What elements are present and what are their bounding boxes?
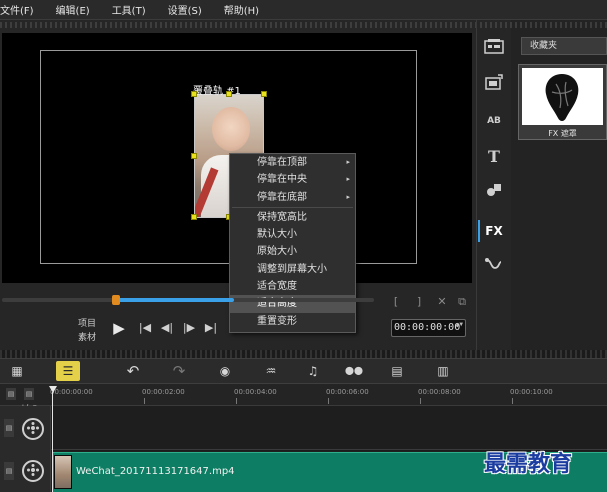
redo-icon[interactable]: ↷ [168,362,190,380]
overlay-clip-face [212,107,250,151]
ctx-keep-aspect-ratio[interactable]: 保持宽高比 [230,209,355,226]
ruler-tick-label: 00:00:08:00 [418,388,461,396]
resize-handle-left[interactable] [191,153,197,159]
ruler-tick [420,398,421,404]
go-to-start-button[interactable]: |◀ [136,320,154,336]
ctx-fit-to-screen[interactable]: 调整到屏幕大小 [230,261,355,278]
ctx-original-size[interactable]: 原始大小 [230,243,355,260]
mask-thumbnail [522,68,603,125]
mode-project-label[interactable]: 项目 [78,316,96,329]
timeline-view-icon[interactable]: ☰ [56,361,80,381]
ctx-separator [232,206,353,208]
media-library-icon[interactable] [483,38,505,60]
ruler-tick-label: 00:00:10:00 [510,388,553,396]
menu-tools[interactable]: 工具(T) [112,2,146,17]
playhead-line [52,392,53,492]
path-motion-icon[interactable] [483,256,505,278]
graphics-icon[interactable] [483,182,505,204]
ruler-tick [236,398,237,404]
ruler-tick-label: 00:00:06:00 [326,388,369,396]
ruler-tick [144,398,145,404]
ctx-fit-width[interactable]: 适合宽度 [230,278,355,295]
sound-mixer-icon[interactable]: ♒ [260,362,282,380]
resize-handle-top-right[interactable] [261,91,267,97]
overlay-track-area[interactable] [51,406,607,450]
player-panel-grip[interactable] [0,22,476,28]
copy-icon[interactable]: ⧉ [456,296,468,308]
multi-camera-icon[interactable]: ▥ [432,362,454,380]
menu-settings[interactable]: 设置(S) [168,2,202,17]
mark-out-button[interactable]: ] [413,296,425,308]
playhead-handle[interactable] [49,386,57,393]
mode-clip-label[interactable]: 素材 [78,330,96,343]
menu-help[interactable]: 帮助(H) [224,2,259,17]
ctx-dock-top[interactable]: 停靠在顶部 ▸ [230,154,355,171]
selected-category-marker [478,220,480,242]
ctx-reset-transform[interactable]: 重置变形 [230,313,355,330]
go-to-end-button[interactable]: ▶| [202,320,220,336]
submenu-arrow-icon: ▸ [346,175,350,184]
transition-icon[interactable]: AB [483,110,505,132]
mark-in-button[interactable]: [ [390,296,402,308]
ruler-tick [328,398,329,404]
chapter-cue-icon[interactable]: ▤ [24,388,34,400]
title-icon[interactable]: T [483,146,505,168]
storyboard-view-icon[interactable]: ▦ [6,362,28,380]
library-panel-grip[interactable] [480,22,607,28]
ruler-tick-label: 00:00:02:00 [142,388,185,396]
menu-bar: 文件(F) 编辑(E) 工具(T) 设置(S) 帮助(H) [0,0,607,20]
library-item-label: FX 遮罩 [548,129,577,138]
video-clip-name: WeChat_20171113171647.mp4 [76,466,235,477]
resize-handle-top-left[interactable] [191,91,197,97]
overlay-track-label: 覆叠轨 #1 [193,86,241,97]
timecode-spinner-icon[interactable]: ▲▼ [456,321,463,328]
submenu-arrow-icon: ▸ [346,192,350,201]
ctx-default-size[interactable]: 默认大小 [230,226,355,243]
menu-file[interactable]: 文件(F) [0,2,34,17]
track-manager-icon[interactable]: ▤ [6,388,16,400]
record-capture-icon[interactable]: ◉ [214,362,236,380]
filter-fx-icon[interactable]: FX [483,220,505,242]
resize-handle-bottom-left[interactable] [191,214,197,220]
submenu-arrow-icon: ▸ [346,158,350,166]
ruler-tick [512,398,513,404]
previous-frame-button[interactable]: ◀| [158,320,176,336]
scrubber-selection [114,298,234,302]
split-clip-icon[interactable]: ✕ [436,296,448,308]
instant-project-icon[interactable] [483,74,505,96]
motion-tracking-icon[interactable]: ⬤⬤ [340,362,368,380]
ctx-dock-bottom[interactable]: 停靠在底部 ▸ [230,189,355,206]
ctx-dock-center[interactable]: 停靠在中央 ▸ [230,171,355,188]
timeline-panel-grip[interactable] [0,350,607,358]
video-track-icon[interactable] [22,460,44,482]
auto-music-icon[interactable]: ♫ [302,362,324,380]
subtitle-editor-icon[interactable]: ▤ [386,362,408,380]
menu-edit[interactable]: 编辑(E) [56,2,90,17]
track-tab[interactable]: ▤ [4,462,14,480]
timecode-display[interactable]: 00:00:00:00 ▲▼ [391,319,466,337]
resize-handle-top[interactable] [226,91,232,97]
ruler-tick-label: 00:00:04:00 [234,388,277,396]
video-clip-thumbnail [54,455,72,489]
overlay-track-icon[interactable] [22,418,44,440]
track-tab[interactable]: ▤ [4,419,14,437]
next-frame-button[interactable]: |▶ [180,320,198,336]
watermark-text: 最需教育 [484,451,573,477]
context-menu: 停靠在顶部 ▸ 停靠在中央 ▸ 停靠在底部 ▸ 保持宽高比 默认大小 原始大小 调整到… [229,153,356,333]
library-folder-dropdown[interactable]: 收藏夹 [521,37,607,55]
play-button[interactable]: ▶ [108,318,130,338]
undo-icon[interactable]: ↶ [122,362,144,380]
scrubber-handle[interactable] [112,295,120,305]
